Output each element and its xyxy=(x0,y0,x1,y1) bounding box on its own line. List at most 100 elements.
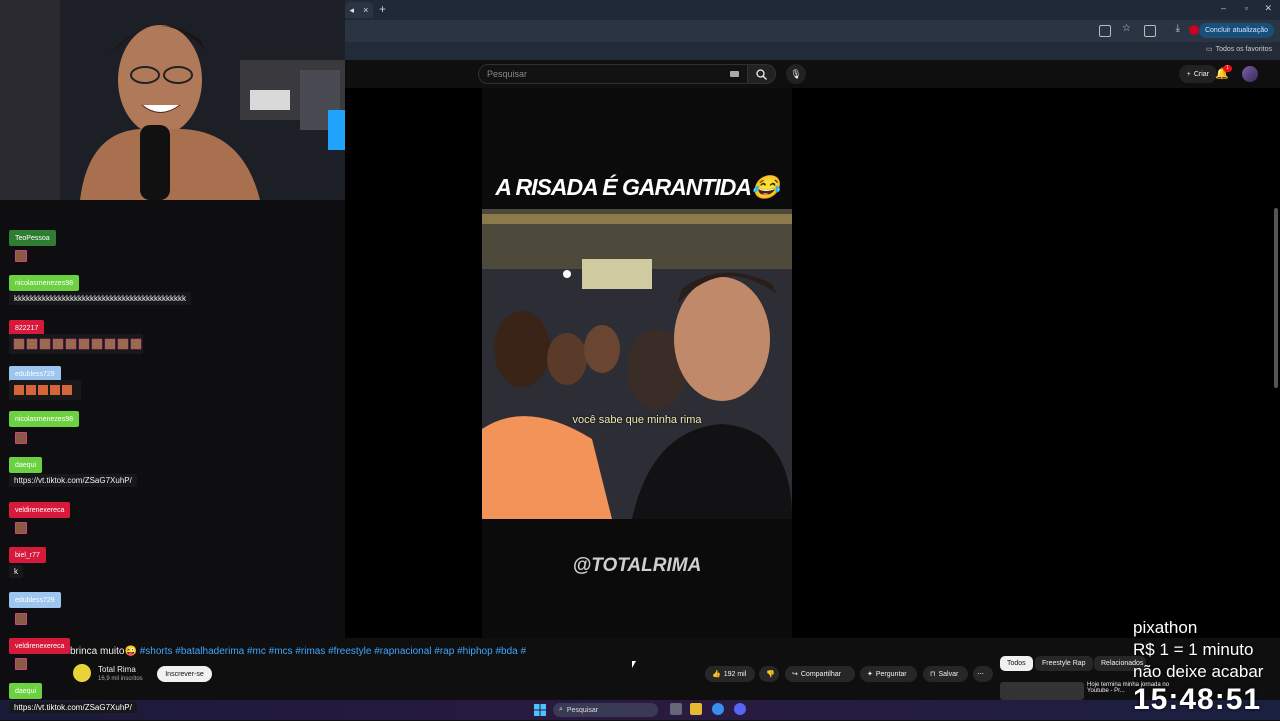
new-tab-button[interactable]: + xyxy=(379,2,386,16)
chat-username: daequi xyxy=(9,457,43,473)
search-icon xyxy=(756,68,767,80)
mic-button[interactable]: 🎙 xyxy=(786,64,806,84)
hashtag-links[interactable]: #shorts #batalhaderima #mc #mcs #rimas #… xyxy=(140,646,526,657)
all-bookmarks-label: Todos os favoritos xyxy=(1215,45,1272,53)
video-overlay-title: A RISADA É GARANTIDA😂 xyxy=(495,174,779,200)
bookmark-star-icon[interactable]: ☆ xyxy=(1122,23,1131,34)
more-actions-button[interactable]: ⋯ xyxy=(973,666,993,682)
save-label: Salvar xyxy=(938,670,959,678)
update-button[interactable]: Concluir atualização xyxy=(1198,23,1274,38)
save-button[interactable]: ⊓ Salvar xyxy=(923,666,968,682)
overlay-line-1: pixathon xyxy=(1133,618,1198,637)
stream-overlay: pixathon R$ 1 = 1 minuto não deixe acaba… xyxy=(1133,617,1263,683)
ask-label: Perguntar xyxy=(875,670,907,678)
browser-tab-bar: ◂ × + – ▫ ✕ xyxy=(345,0,1280,20)
mouse-cursor xyxy=(632,661,636,668)
streamer-webcam xyxy=(0,0,345,200)
taskbar-search[interactable]: ⌕ Pesquisar xyxy=(553,703,658,717)
channel-avatar[interactable] xyxy=(73,664,91,682)
plus-icon: + xyxy=(1186,70,1191,78)
like-button[interactable]: 👍 192 mil xyxy=(705,666,755,682)
overlay-line-2: R$ 1 = 1 minuto xyxy=(1133,640,1254,659)
window-close-icon[interactable]: ✕ xyxy=(1264,3,1272,14)
mic-icon: 🎙 xyxy=(790,68,802,79)
chat-message: kkkkkkkkkkkkkkkkkkkkkkkkkkkkkkkkkkkkkkkk… xyxy=(9,292,191,305)
taskbar-search-label: Pesquisar xyxy=(566,706,599,714)
browser-tab[interactable]: ◂ × xyxy=(345,2,373,18)
keyboard-icon[interactable] xyxy=(730,71,739,77)
file-explorer-icon[interactable] xyxy=(690,703,702,715)
audio-icon: ◂ xyxy=(349,4,355,15)
subscribe-button[interactable]: Inscrever-se xyxy=(157,666,212,682)
thumbs-down-icon: 👎 xyxy=(766,671,775,678)
chip-all[interactable]: Todos xyxy=(1000,656,1033,671)
extensions-icon[interactable] xyxy=(1144,25,1156,37)
chat-username: edubless729 xyxy=(9,592,61,608)
chat-emote xyxy=(15,250,27,262)
create-label: Criar xyxy=(1193,70,1209,78)
chat-username: biel_r77 xyxy=(9,547,46,563)
description-text: brinca muito😜 xyxy=(70,646,137,657)
share-button[interactable]: ↪ Compartilhar xyxy=(785,666,855,682)
video-frame[interactable]: A RISADA É GARANTIDA😂 você sabe que minh… xyxy=(482,88,792,638)
chat-emote xyxy=(15,522,27,534)
subtitle-layer: você sabe que minha rima xyxy=(482,209,792,519)
search-icon: ⌕ xyxy=(559,706,563,713)
channel-name[interactable]: Total Rima xyxy=(98,665,136,674)
chat-emote xyxy=(15,613,27,625)
avatar[interactable] xyxy=(1242,66,1258,82)
chat-emote-row xyxy=(9,380,81,400)
youtube-header: Pesquisar 🎙 + Criar 🔔 1 xyxy=(345,60,1280,88)
chat-username: nicolasmenezes98 xyxy=(9,275,79,291)
windows-start-icon[interactable] xyxy=(534,703,546,716)
share-icon: ↪ xyxy=(792,671,798,678)
sparkle-icon: ✦ xyxy=(867,671,873,678)
cast-icon[interactable] xyxy=(1099,25,1111,37)
create-button[interactable]: + Criar xyxy=(1178,65,1217,83)
share-label: Compartilhar xyxy=(800,670,841,678)
all-bookmarks[interactable]: ▭ Todos os favoritos xyxy=(1205,45,1272,54)
tab-close-icon[interactable]: × xyxy=(363,5,368,15)
bookmarks-bar: ▭ Todos os favoritos xyxy=(345,42,1280,60)
like-count: 192 mil xyxy=(723,670,747,678)
stream-timer: 15:48:51 xyxy=(1133,683,1262,716)
video-info-bar: brinca muito😜 #shorts #batalhaderima #mc… xyxy=(70,640,1000,700)
chat-emote-row xyxy=(9,334,143,354)
chat-username: TeoPessoa xyxy=(9,230,56,246)
chat-username: veldirenexereca xyxy=(9,502,71,518)
bookmark-icon: ⊓ xyxy=(930,671,936,678)
search-button[interactable] xyxy=(748,64,776,84)
dislike-button[interactable]: 👎 xyxy=(759,666,779,682)
search-input[interactable]: Pesquisar xyxy=(478,64,748,84)
chat-username: nicolasmenezes98 xyxy=(9,411,79,427)
scrollbar[interactable] xyxy=(1274,208,1278,388)
chat-message[interactable]: https://vt.tiktok.com/ZSaG7XuhP/ xyxy=(9,474,137,487)
video-description: brinca muito😜 #shorts #batalhaderima #mc… xyxy=(70,646,526,657)
chip-freestyle-rap[interactable]: Freestyle Rap xyxy=(1035,656,1093,671)
chrome-icon[interactable] xyxy=(712,703,724,715)
chat-message: k xyxy=(9,565,23,578)
task-view-icon[interactable] xyxy=(670,703,682,715)
downloads-icon[interactable]: ⤓ xyxy=(1176,23,1180,34)
notification-badge: 1 xyxy=(1223,65,1232,72)
maximize-icon[interactable]: ▫ xyxy=(1245,3,1248,13)
chat-emote xyxy=(15,432,27,444)
thumbs-up-icon: 👍 xyxy=(712,671,721,678)
folder-icon: ▭ xyxy=(1205,46,1213,53)
shorts-player[interactable]: A RISADA É GARANTIDA😂 você sabe que minh… xyxy=(345,88,1280,638)
windows-taskbar: ⌕ Pesquisar xyxy=(0,700,1280,720)
chat-username: daequi xyxy=(9,683,43,699)
browser-toolbar: ☆ ⤓ Concluir atualização xyxy=(345,20,1280,42)
profile-icon[interactable] xyxy=(1189,25,1199,35)
discord-icon[interactable] xyxy=(734,703,746,715)
minimize-icon[interactable]: – xyxy=(1221,3,1226,13)
video-watermark: @TOTALRIMA xyxy=(572,555,702,576)
video-subtitle: você sabe que minha rima xyxy=(572,414,702,426)
chat-username: veldirenexereca xyxy=(9,638,71,654)
recommended-thumbnail[interactable] xyxy=(1000,682,1084,700)
ask-button[interactable]: ✦ Perguntar xyxy=(860,666,917,682)
chat-message[interactable]: https://vt.tiktok.com/ZSaG7XuhP/ xyxy=(9,702,137,713)
chat-emote xyxy=(15,658,27,670)
more-icon: ⋯ xyxy=(977,671,984,678)
overlay-line-3: não deixe acabar xyxy=(1133,662,1264,681)
